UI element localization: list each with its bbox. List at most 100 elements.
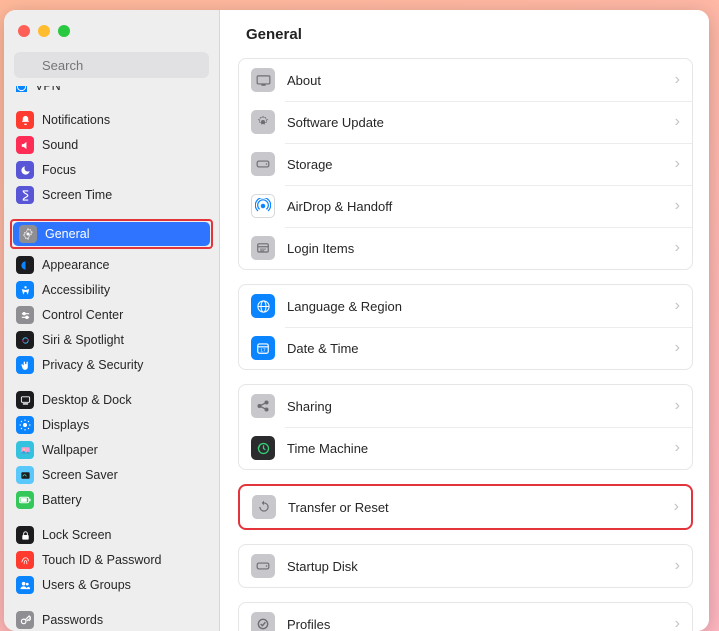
system-settings-window: VPN Notifications Sound Focus Screen Time Gen… xyxy=(4,10,709,631)
row-label: Startup Disk xyxy=(287,559,663,574)
sidebar-item-appearance[interactable]: Appearance xyxy=(10,253,213,277)
row-label: Transfer or Reset xyxy=(288,500,662,515)
settings-group: Profiles › xyxy=(238,602,693,631)
sidebar-item-focus[interactable]: Focus xyxy=(10,158,213,182)
globe-icon xyxy=(251,294,275,318)
row-transfer-or-reset[interactable]: Transfer or Reset › xyxy=(240,486,691,528)
sidebar-item-label: Screen Time xyxy=(42,188,112,202)
bell-icon xyxy=(16,111,34,129)
siri-icon xyxy=(16,331,34,349)
chevron-right-icon: › xyxy=(675,197,680,215)
sidebar-list: VPN Notifications Sound Focus Screen Time Gen… xyxy=(4,86,219,631)
chevron-right-icon: › xyxy=(675,397,680,415)
sidebar-item-label: Siri & Spotlight xyxy=(42,333,124,347)
sidebar-item-label: Touch ID & Password xyxy=(42,553,162,567)
highlight-general: General xyxy=(10,219,213,249)
sidebar-item-notifications[interactable]: Notifications xyxy=(10,108,213,132)
sidebar-item-privacy-security[interactable]: Privacy & Security xyxy=(10,353,213,377)
row-software-update[interactable]: Software Update› xyxy=(239,101,692,143)
key-icon xyxy=(16,611,34,629)
gear-icon xyxy=(19,225,37,243)
sidebar-item-battery[interactable]: Battery xyxy=(10,488,213,512)
reset-icon xyxy=(252,495,276,519)
settings-group: Sharing › Time Machine› xyxy=(238,384,693,470)
row-label: Date & Time xyxy=(287,341,663,356)
row-label: Sharing xyxy=(287,399,663,414)
chevron-right-icon: › xyxy=(675,71,680,89)
search-input[interactable] xyxy=(14,52,209,78)
sdisk-icon xyxy=(251,554,275,578)
sidebar: VPN Notifications Sound Focus Screen Time Gen… xyxy=(4,10,220,631)
hand-icon xyxy=(16,356,34,374)
settings-group: Transfer or Reset › xyxy=(240,486,691,528)
sidebar-item-label: Wallpaper xyxy=(42,443,98,457)
row-label: Language & Region xyxy=(287,299,663,314)
row-profiles[interactable]: Profiles › xyxy=(239,603,692,631)
sidebar-item-label: Users & Groups xyxy=(42,578,131,592)
sun-icon xyxy=(16,416,34,434)
page-title: General xyxy=(220,10,709,58)
chevron-right-icon: › xyxy=(675,615,680,631)
mac-icon xyxy=(251,68,275,92)
sidebar-item-label: Passwords xyxy=(42,613,103,627)
row-airdrop-handoff[interactable]: AirDrop & Handoff› xyxy=(239,185,692,227)
search-container xyxy=(4,52,219,86)
sidebar-item-sound[interactable]: Sound xyxy=(10,133,213,157)
row-startup-disk[interactable]: Startup Disk › xyxy=(239,545,692,587)
sidebar-item-label: Sound xyxy=(42,138,78,152)
chevron-right-icon: › xyxy=(674,498,679,516)
tm-icon xyxy=(251,436,275,460)
gear2-icon xyxy=(251,110,275,134)
sidebar-item-screen-time[interactable]: Screen Time xyxy=(10,183,213,207)
sidebar-item-control-center[interactable]: Control Center xyxy=(10,303,213,327)
chevron-right-icon: › xyxy=(675,557,680,575)
chevron-right-icon: › xyxy=(675,155,680,173)
sidebar-item-label: Control Center xyxy=(42,308,123,322)
minimize-window-button[interactable] xyxy=(38,25,50,37)
row-label: Storage xyxy=(287,157,663,172)
finger-icon xyxy=(16,551,34,569)
row-about[interactable]: About› xyxy=(239,59,692,101)
svg-text:17: 17 xyxy=(260,348,266,353)
sidebar-item-general[interactable]: General xyxy=(13,222,210,246)
sidebar-item-label: Battery xyxy=(42,493,82,507)
settings-group: Language & Region›17Date & Time› xyxy=(238,284,693,370)
sidebar-item-label: General xyxy=(45,227,89,241)
sidebar-item-screen-saver[interactable]: Screen Saver xyxy=(10,463,213,487)
sidebar-item-passwords[interactable]: Passwords xyxy=(10,608,213,631)
row-time-machine[interactable]: Time Machine› xyxy=(239,427,692,469)
sidebar-item-wallpaper[interactable]: Wallpaper xyxy=(10,438,213,462)
zoom-window-button[interactable] xyxy=(58,25,70,37)
highlight-transfer-reset: Transfer or Reset › xyxy=(238,484,693,530)
prof-icon xyxy=(251,612,275,631)
main-panel: General About›Software Update›Storage›Ai… xyxy=(220,10,709,631)
row-label: Profiles xyxy=(287,617,663,631)
sidebar-item-siri-spotlight[interactable]: Siri & Spotlight xyxy=(10,328,213,352)
chevron-right-icon: › xyxy=(675,239,680,257)
sidebar-item-label: Displays xyxy=(42,418,89,432)
sidebar-item-label: Privacy & Security xyxy=(42,358,143,372)
sidebar-item-label: Desktop & Dock xyxy=(42,393,132,407)
row-login-items[interactable]: Login Items› xyxy=(239,227,692,269)
sidebar-item-touch-id-password[interactable]: Touch ID & Password xyxy=(10,548,213,572)
row-storage[interactable]: Storage › xyxy=(239,143,692,185)
row-language-region[interactable]: Language & Region› xyxy=(239,285,692,327)
appear-icon xyxy=(16,256,34,274)
row-date-time[interactable]: 17Date & Time› xyxy=(239,327,692,369)
settings-group: Startup Disk › xyxy=(238,544,693,588)
sidebar-item-lock-screen[interactable]: Lock Screen xyxy=(10,523,213,547)
lock-icon xyxy=(16,526,34,544)
sidebar-item-desktop-dock[interactable]: Desktop & Dock xyxy=(10,388,213,412)
login-icon xyxy=(251,236,275,260)
sidebar-item-vpn[interactable]: VPN xyxy=(10,86,213,98)
sidebar-item-label: Appearance xyxy=(42,258,109,272)
row-sharing[interactable]: Sharing › xyxy=(239,385,692,427)
row-label: Time Machine xyxy=(287,441,663,456)
main-content: About›Software Update›Storage›AirDrop & … xyxy=(220,58,709,631)
sidebar-item-users-groups[interactable]: Users & Groups xyxy=(10,573,213,597)
chevron-right-icon: › xyxy=(675,113,680,131)
settings-group: About›Software Update›Storage›AirDrop & … xyxy=(238,58,693,270)
sidebar-item-accessibility[interactable]: Accessibility xyxy=(10,278,213,302)
sidebar-item-displays[interactable]: Displays xyxy=(10,413,213,437)
close-window-button[interactable] xyxy=(18,25,30,37)
